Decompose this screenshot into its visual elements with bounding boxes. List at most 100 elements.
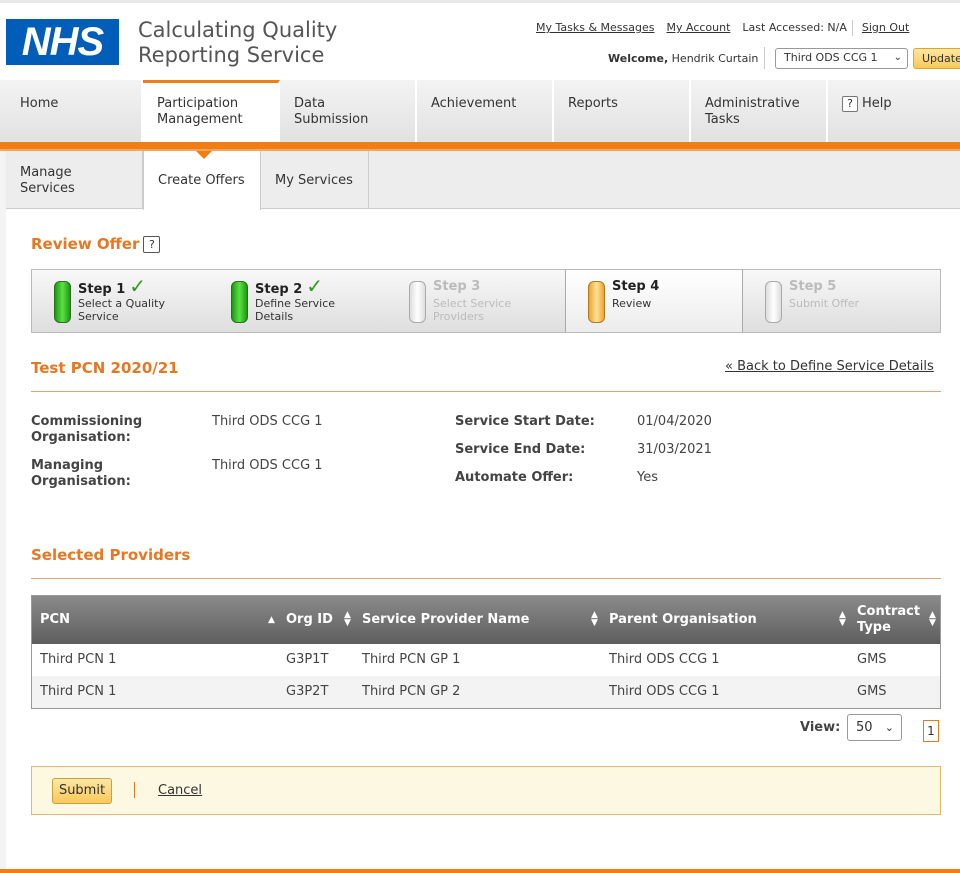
table-row[interactable]: Third PCN 1 G3P2T Third PCN GP 2 Third O… <box>32 676 940 708</box>
service-start-date-label: Service Start Date: <box>455 414 595 429</box>
page-header: NHS Calculating Quality Reporting Servic… <box>0 0 960 80</box>
step-name: Step 2 ✓ <box>255 274 324 298</box>
cell-parent-organisation: Third ODS CCG 1 <box>609 652 720 667</box>
wizard-steps: Step 1 ✓ Select a Quality Service Step 2 ✓… <box>31 269 941 333</box>
cell-service-provider-name: Third PCN GP 2 <box>362 684 461 699</box>
last-accessed-text: Last Accessed: N/A <box>742 21 847 34</box>
tab-administrative-tasks[interactable]: Administrative Tasks <box>691 80 828 143</box>
divider <box>134 782 135 798</box>
tab-label: Administrative Tasks <box>705 96 800 127</box>
cancel-link[interactable]: Cancel <box>158 783 202 798</box>
tab-home[interactable]: Home <box>6 80 143 143</box>
tab-participation-management[interactable]: Participation Management <box>143 80 280 143</box>
divider <box>764 47 765 69</box>
step-status-indicator <box>231 281 248 323</box>
pagination-page-1[interactable]: 1 <box>923 720 939 742</box>
step-description: Select Service Providers <box>433 297 512 323</box>
submit-button[interactable]: Submit <box>52 778 112 804</box>
cell-org-id: G3P2T <box>286 684 329 699</box>
service-end-date-label: Service End Date: <box>455 442 586 457</box>
user-name: Hendrik Curtain <box>671 52 759 65</box>
column-header-contract-type[interactable]: Contract Type ▲ ▼ <box>843 596 940 644</box>
step-1: Step 1 ✓ Select a Quality Service <box>32 270 210 332</box>
tab-label: Data Submission <box>294 96 369 127</box>
action-bar: Submit Cancel <box>31 766 941 815</box>
tab-data-submission[interactable]: Data Submission <box>280 80 417 143</box>
automate-offer-label: Automate Offer: <box>455 470 574 485</box>
providers-table: PCN ▲ Org ID ▲ ▼ Service Provider Name ▲ ▼… <box>31 595 941 709</box>
subtab-create-offers[interactable]: Create Offers <box>143 151 261 210</box>
column-header-parent-organisation[interactable]: Parent Organisation ▲ ▼ <box>607 596 846 644</box>
tab-reports[interactable]: Reports <box>554 80 691 143</box>
tab-help[interactable]: ? Help <box>828 80 960 143</box>
step-5: Step 5 Submit Offer <box>743 270 921 332</box>
cell-service-provider-name: Third PCN GP 1 <box>362 652 461 667</box>
my-account-link[interactable]: My Account <box>666 21 730 34</box>
subtab-my-services[interactable]: My Services <box>261 151 369 209</box>
active-tab-indicator <box>196 151 212 159</box>
subtab-label: My Services <box>275 173 353 188</box>
column-header-pcn[interactable]: PCN ▲ <box>32 596 285 644</box>
app-title-line1: Calculating Quality <box>138 18 338 42</box>
help-icon[interactable]: ? <box>143 236 161 253</box>
sort-ascending-icon: ▲ <box>268 615 275 625</box>
view-label: View: <box>800 720 841 735</box>
page-size-select[interactable]: 50 ⌄ <box>847 714 902 741</box>
step-name: Step 3 <box>433 279 481 294</box>
column-label: Contract Type <box>857 604 921 635</box>
help-icon: ? <box>842 96 858 112</box>
divider <box>31 578 941 579</box>
sign-out-link[interactable]: Sign Out <box>862 21 909 34</box>
step-name: Step 4 <box>612 279 660 294</box>
column-header-service-provider-name[interactable]: Service Provider Name ▲ ▼ <box>361 596 607 644</box>
nav-accent-bar <box>0 142 960 151</box>
sort-icon: ▲ ▼ <box>344 610 351 628</box>
cell-pcn: Third PCN 1 <box>40 652 117 667</box>
step-status-indicator <box>54 281 71 323</box>
sub-navigation: Manage Services Create Offers My Service… <box>6 151 960 210</box>
step-name-text: Step 2 <box>255 282 303 297</box>
commissioning-organisation-value: Third ODS CCG 1 <box>212 414 323 429</box>
sort-icon: ▲ ▼ <box>591 610 598 628</box>
cell-pcn: Third PCN 1 <box>40 684 117 699</box>
footer-accent-bar <box>0 869 960 873</box>
tab-label: Achievement <box>431 96 517 111</box>
tab-label: Help <box>862 96 892 111</box>
step-4: Step 4 Review <box>565 270 743 332</box>
back-to-define-service-link[interactable]: « Back to Define Service Details <box>725 359 934 374</box>
cell-contract-type: GMS <box>857 652 887 667</box>
subtab-label: Create Offers <box>158 173 245 188</box>
divider <box>31 391 941 392</box>
tab-label: Reports <box>568 96 618 111</box>
nhs-logo: NHS <box>6 19 119 65</box>
step-status-indicator <box>409 281 426 323</box>
step-description: Submit Offer <box>789 297 860 310</box>
table-row[interactable]: Third PCN 1 G3P1T Third PCN GP 1 Third O… <box>32 644 940 676</box>
tab-achievement[interactable]: Achievement <box>417 80 554 143</box>
step-description: Review <box>612 297 652 310</box>
managing-organisation-value: Third ODS CCG 1 <box>212 458 323 473</box>
step-name: Step 1 ✓ <box>78 274 147 298</box>
content-edge <box>0 151 6 873</box>
tab-label: Home <box>20 96 59 111</box>
step-description: Select a Quality Service <box>78 297 165 323</box>
managing-organisation-label: Managing Organisation: <box>31 458 131 489</box>
column-header-org-id[interactable]: Org ID ▲ ▼ <box>285 596 361 644</box>
step-description: Define Service Details <box>255 297 336 323</box>
main-navigation: Home Participation Management Data Submi… <box>0 80 960 143</box>
offer-title: Test PCN 2020/21 <box>31 359 179 377</box>
cell-org-id: G3P1T <box>286 652 329 667</box>
sort-icon: ▲ ▼ <box>929 610 936 628</box>
checkmark-icon: ✓ <box>129 274 147 298</box>
organisation-select[interactable]: Third ODS CCG 1 ⌄ <box>775 48 908 69</box>
chevron-down-icon: ⌄ <box>884 721 894 734</box>
update-button[interactable]: Update <box>913 48 960 69</box>
subtab-manage-services[interactable]: Manage Services <box>6 151 143 209</box>
my-tasks-link[interactable]: My Tasks & Messages <box>536 21 654 34</box>
organisation-select-value: Third ODS CCG 1 <box>784 51 878 64</box>
checkmark-icon: ✓ <box>306 274 324 298</box>
divider <box>851 20 853 36</box>
service-end-date-value: 31/03/2021 <box>637 442 712 457</box>
page-title-text: Review Offer <box>31 235 140 253</box>
page-size-value: 50 <box>856 720 873 735</box>
